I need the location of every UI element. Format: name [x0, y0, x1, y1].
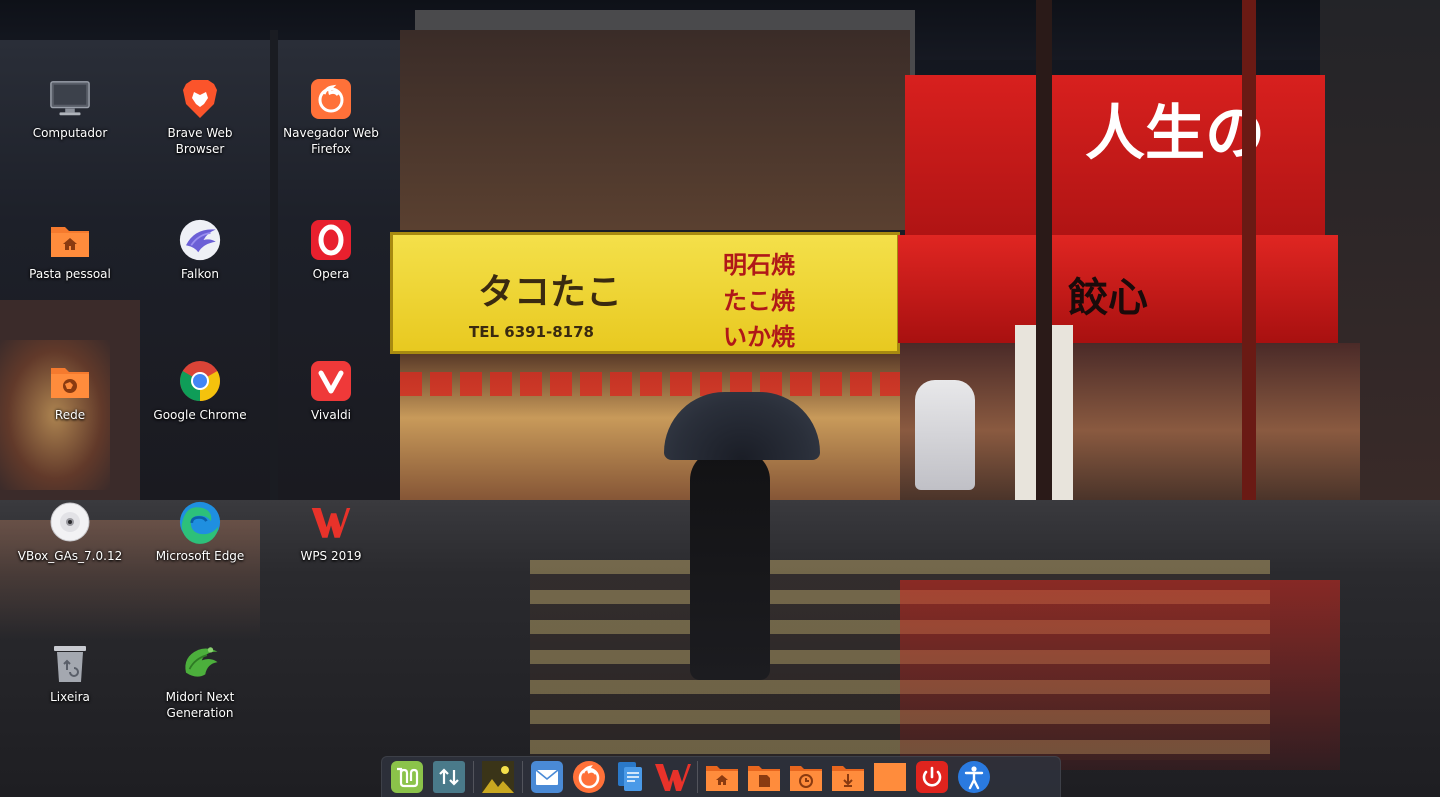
dock-orange-folder[interactable]: [869, 758, 911, 796]
desktop-icon-label: Computador: [32, 126, 108, 140]
desktop-icon-rede[interactable]: Rede: [15, 360, 125, 423]
dock-recent-folder[interactable]: [785, 758, 827, 796]
desktop-icon-midori[interactable]: Midori Next Generation: [145, 642, 255, 721]
desktop-icon-pasta-pessoal[interactable]: Pasta pessoal: [15, 219, 125, 282]
computer-icon: [49, 78, 91, 120]
mail-icon: [530, 760, 564, 794]
dock-accessibility[interactable]: [953, 758, 995, 796]
desktop-icon-label: VBox_GAs_7.0.12: [17, 549, 123, 563]
desktop-icon-label: WPS 2019: [300, 549, 362, 563]
mint-menu-icon: [390, 760, 424, 794]
firefox-icon: [310, 78, 352, 120]
orange-folder-icon: [873, 762, 907, 792]
trash-icon: [49, 642, 91, 684]
dock-file-manager[interactable]: [610, 758, 652, 796]
desktop-icon-wps[interactable]: WPS 2019: [276, 501, 386, 564]
dock-separator: [522, 761, 523, 793]
dock-home-folder[interactable]: [701, 758, 743, 796]
desktop-icon-microsoft-edge[interactable]: Microsoft Edge: [145, 501, 255, 564]
dock-separator: [697, 761, 698, 793]
brave-icon: [179, 78, 221, 120]
dock-mint-menu[interactable]: [386, 758, 428, 796]
desktop-icon-label: Midori Next Generation: [165, 690, 235, 720]
recent-folder-icon: [789, 762, 823, 792]
wps-icon: [654, 761, 692, 793]
midori-icon: [179, 642, 221, 684]
network-folder-icon: [49, 360, 91, 402]
dock-documents-folder[interactable]: [743, 758, 785, 796]
disc-icon: [49, 501, 91, 543]
falkon-icon: [179, 219, 221, 261]
dock-image-viewer[interactable]: [477, 758, 519, 796]
desktop-icon-falkon[interactable]: Falkon: [145, 219, 255, 282]
desktop-icon-opera[interactable]: Opera: [276, 219, 386, 282]
dock-mail[interactable]: [526, 758, 568, 796]
dock-downloads-folder[interactable]: [827, 758, 869, 796]
desktop-icon-google-chrome[interactable]: Google Chrome: [145, 360, 255, 423]
dock-wps[interactable]: [652, 758, 694, 796]
desktop-icon-label: Pasta pessoal: [29, 267, 111, 281]
file-manager-icon: [614, 760, 648, 794]
downloads-folder-icon: [831, 762, 865, 792]
home-folder-icon: [705, 762, 739, 792]
dock-separator: [473, 761, 474, 793]
desktop-icon-computador[interactable]: Computador: [15, 78, 125, 141]
desktop-icon-label: Microsoft Edge: [155, 549, 245, 563]
documents-folder-icon: [747, 762, 781, 792]
update-manager-icon: [432, 760, 466, 794]
vivaldi-icon: [310, 360, 352, 402]
desktop-icon-label: Rede: [54, 408, 86, 422]
dock-power[interactable]: [911, 758, 953, 796]
accessibility-icon: [957, 760, 991, 794]
dock-firefox[interactable]: [568, 758, 610, 796]
home-folder-icon: [49, 219, 91, 261]
desktop-icon-label: Brave Web Browser: [167, 126, 233, 156]
desktop-icon-label: Google Chrome: [153, 408, 247, 422]
desktop-icon-label: Opera: [312, 267, 350, 281]
desktop-icon-lixeira[interactable]: Lixeira: [15, 642, 125, 705]
desktop-icon-firefox[interactable]: Navegador Web Firefox: [276, 78, 386, 157]
firefox-icon: [572, 760, 606, 794]
desktop-icon-vbox[interactable]: VBox_GAs_7.0.12: [15, 501, 125, 564]
wps-icon: [310, 501, 352, 543]
opera-icon: [310, 219, 352, 261]
image-viewer-icon: [481, 760, 515, 794]
desktop-icon-label: Navegador Web Firefox: [283, 126, 379, 156]
desktop-icon-label: Falkon: [181, 267, 219, 281]
desktop-icon-label: Vivaldi: [310, 408, 352, 422]
dock-panel: [381, 756, 1061, 797]
desktop-icon-area: Computador Pasta pessoal Rede VBox_GAs_7…: [0, 0, 1440, 797]
desktop-icon-label: Lixeira: [50, 690, 90, 704]
dock-update-manager[interactable]: [428, 758, 470, 796]
desktop-icon-brave[interactable]: Brave Web Browser: [145, 78, 255, 157]
desktop-icon-vivaldi[interactable]: Vivaldi: [276, 360, 386, 423]
edge-icon: [179, 501, 221, 544]
power-icon: [915, 760, 949, 794]
chrome-icon: [179, 360, 221, 402]
